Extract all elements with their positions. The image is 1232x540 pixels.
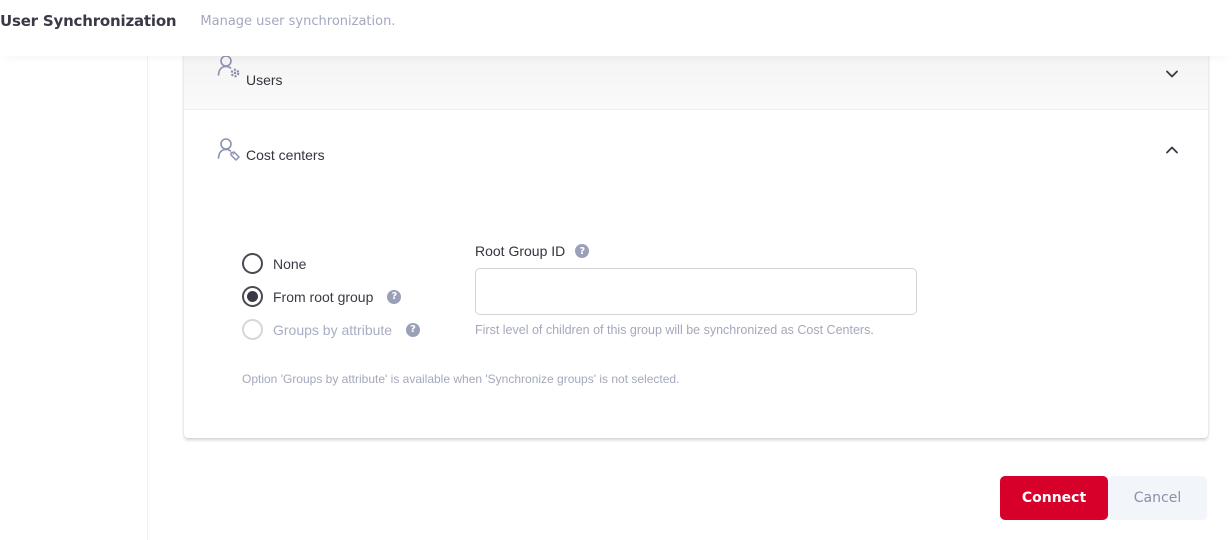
help-icon[interactable]: ? (387, 289, 402, 304)
root-group-id-field: Root Group ID ? First level of children … (475, 242, 917, 341)
cost-center-source-radio-group: None From root group ? Groups by attribu… (242, 247, 421, 346)
groups-by-attribute-note: Option 'Groups by attribute' is availabl… (242, 372, 680, 386)
radio-option-none[interactable]: None (242, 247, 420, 280)
radio-selected-dot (247, 291, 258, 302)
help-icon[interactable]: ? (406, 322, 421, 337)
root-group-id-label-row: Root Group ID ? (475, 242, 917, 260)
chevron-down-icon[interactable] (1164, 66, 1180, 82)
sync-settings-card: Users Cost centers None From root group … (184, 44, 1208, 438)
accordion-cost-centers-header[interactable]: Cost centers (184, 111, 1208, 197)
accordion-cost-centers-label: Cost centers (246, 147, 325, 163)
radio-option-groups-by-attribute: Groups by attribute ? (242, 313, 421, 346)
page-header: User Synchronization Manage user synchro… (0, 0, 1232, 56)
radio-option-from-root-group[interactable]: From root group ? (242, 280, 420, 313)
accordion-users-label: Users (246, 72, 283, 88)
root-group-id-label: Root Group ID (475, 243, 566, 259)
connect-button[interactable]: Connect (1000, 476, 1108, 520)
chevron-up-icon[interactable] (1164, 142, 1180, 158)
root-group-id-input[interactable] (475, 268, 917, 315)
radio-none[interactable] (242, 253, 263, 274)
radio-label-none: None (273, 255, 307, 272)
cancel-button[interactable]: Cancel (1108, 476, 1207, 520)
user-gear-icon (217, 55, 240, 78)
user-tag-icon (217, 138, 240, 161)
radio-groups-by-attribute (242, 319, 263, 340)
radio-label-groups-by-attribute: Groups by attribute (273, 321, 393, 338)
radio-label-from-root-group: From root group (273, 288, 374, 305)
page-title: User Synchronization (0, 12, 177, 30)
root-group-id-hint: First level of children of this group wi… (475, 323, 874, 337)
page-subtitle: Manage user synchronization. (200, 13, 396, 29)
help-icon[interactable]: ? (575, 244, 590, 258)
radio-from-root-group[interactable] (242, 286, 263, 307)
